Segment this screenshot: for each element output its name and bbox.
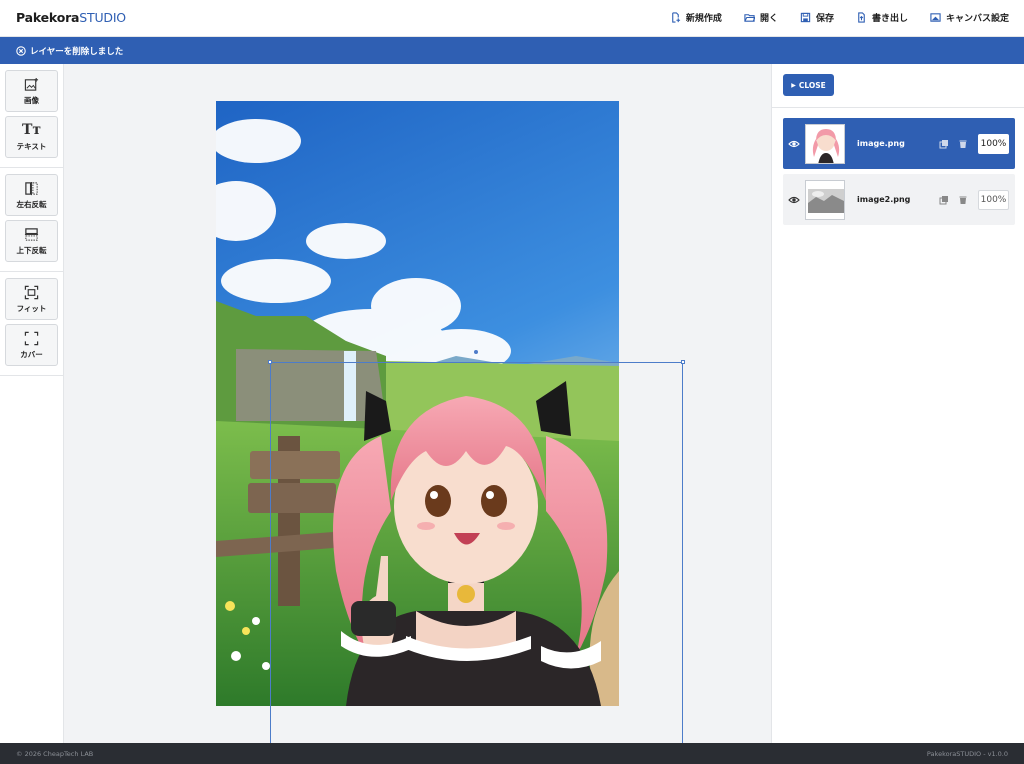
layer-row[interactable]: image2.png 100% — [783, 174, 1015, 225]
new-file-icon — [672, 12, 681, 23]
opacity-input[interactable]: 100% — [978, 189, 1009, 210]
x-circle-icon — [16, 45, 26, 56]
resize-handle-top-left[interactable] — [268, 360, 272, 364]
text-icon: Tт — [21, 121, 42, 138]
save-icon — [800, 12, 811, 23]
export-icon — [858, 12, 865, 23]
header-menu: 新規作成 開く 保存 書き出し キャンバス設定 — [648, 11, 1009, 24]
open-label: 開く — [759, 14, 778, 24]
notification-bar: レイヤーを削除しました — [0, 37, 1024, 64]
cover-icon — [24, 331, 39, 345]
folder-open-icon — [744, 14, 755, 22]
new-label: 新規作成 — [685, 14, 722, 24]
thumbnail-landscape-image — [806, 180, 844, 219]
save-label: 保存 — [815, 14, 834, 24]
duplicate-icon[interactable] — [939, 195, 949, 205]
add-text-button[interactable]: Tт テキスト — [5, 116, 58, 158]
notification-text: レイヤーを削除しました — [30, 46, 124, 57]
layers-panel: ▶ CLOSE image.png 100% image2.png 100% — [771, 64, 1024, 743]
tool-group-size: フィット カバー — [0, 272, 63, 376]
canvas-area[interactable] — [64, 64, 771, 743]
copyright-text: © 2026 CheapTech LAB — [16, 749, 94, 758]
layers-panel-header: ▶ CLOSE — [772, 64, 1024, 108]
trash-icon[interactable] — [958, 195, 968, 205]
flip-horizontal-label: 左右反転 — [16, 199, 47, 209]
flip-horizontal-icon — [25, 181, 38, 195]
app-header: PakekoraSTUDIO 新規作成 開く 保存 書き出し キャンバス設定 — [0, 0, 1024, 37]
eye-icon[interactable] — [788, 138, 800, 150]
fit-button[interactable]: フィット — [5, 278, 58, 320]
tool-sidebar: 画像 Tт テキスト 左右反転 上下反転 フィット カバー — [0, 64, 64, 743]
resize-handle-top-right[interactable] — [681, 360, 685, 364]
tool-group-add: 画像 Tт テキスト — [0, 64, 63, 168]
brand-bold: Pakekora — [16, 10, 80, 25]
layer-thumbnail — [805, 123, 845, 164]
tool-group-flip: 左右反転 上下反転 — [0, 168, 63, 272]
trash-icon[interactable] — [958, 139, 968, 149]
canvas-settings-icon — [930, 13, 941, 22]
selection-bounding-box[interactable] — [270, 362, 683, 743]
layer-row[interactable]: image.png 100% — [783, 118, 1015, 169]
fit-icon — [24, 285, 39, 299]
layer-thumbnail — [805, 179, 845, 220]
layer-name[interactable]: image.png — [857, 139, 939, 148]
new-button[interactable]: 新規作成 — [670, 11, 722, 24]
flip-horizontal-button[interactable]: 左右反転 — [5, 174, 58, 216]
flip-vertical-icon — [24, 227, 39, 241]
canvas-settings-label: キャンバス設定 — [945, 14, 1009, 24]
close-panel-button[interactable]: ▶ CLOSE — [783, 74, 834, 96]
close-label: CLOSE — [798, 80, 826, 90]
fit-label: フィット — [16, 303, 47, 313]
version-text: PakekoraSTUDIO - v1.0.0 — [926, 749, 1008, 758]
rotate-handle[interactable] — [474, 350, 478, 354]
cover-button[interactable]: カバー — [5, 324, 58, 366]
thumbnail-girl-image — [806, 124, 844, 163]
opacity-input[interactable]: 100% — [978, 133, 1009, 154]
eye-icon[interactable] — [788, 194, 800, 206]
canvas-settings-button[interactable]: キャンバス設定 — [930, 11, 1009, 24]
add-image-icon — [24, 77, 39, 91]
chevron-right-icon: ▶ — [791, 81, 796, 89]
add-image-label: 画像 — [24, 95, 39, 105]
app-logo: PakekoraSTUDIO — [16, 10, 126, 25]
duplicate-icon[interactable] — [939, 139, 949, 149]
brand-rest: STUDIO — [79, 10, 126, 25]
layer-name[interactable]: image2.png — [857, 195, 939, 204]
export-button[interactable]: 書き出し — [856, 11, 908, 24]
cover-label: カバー — [20, 349, 43, 359]
export-label: 書き出し — [871, 14, 908, 24]
flip-vertical-button[interactable]: 上下反転 — [5, 220, 58, 262]
save-button[interactable]: 保存 — [800, 11, 834, 24]
add-image-button[interactable]: 画像 — [5, 70, 58, 112]
open-button[interactable]: 開く — [744, 11, 778, 24]
add-text-label: テキスト — [16, 141, 47, 151]
app-footer: © 2026 CheapTech LAB PakekoraSTUDIO - v1… — [0, 743, 1024, 764]
flip-vertical-label: 上下反転 — [16, 245, 47, 255]
